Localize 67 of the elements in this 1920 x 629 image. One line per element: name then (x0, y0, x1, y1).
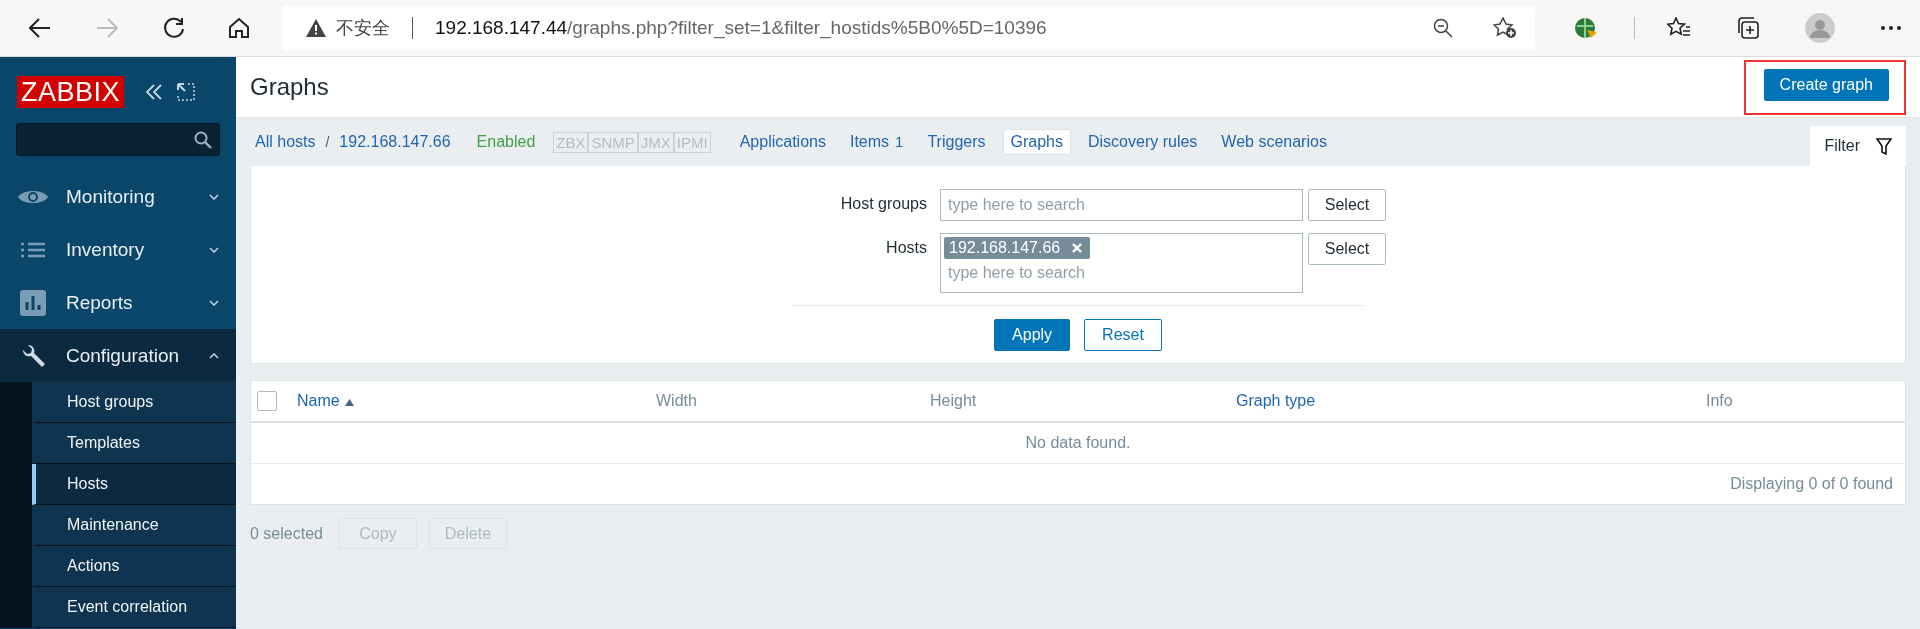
submenu-item[interactable]: Hosts (32, 464, 236, 505)
column-header: Info (1706, 392, 1734, 410)
menu-item[interactable]: Configuration (0, 329, 236, 382)
column-header: Width (656, 392, 698, 410)
table-footer: Displaying 0 of 0 found (1730, 475, 1893, 493)
reset-button[interactable]: Reset (1084, 319, 1162, 351)
host-tab[interactable]: Applications (732, 130, 833, 154)
selected-count: 0 selected (250, 524, 323, 543)
host-tab[interactable]: Discovery rules (1081, 130, 1205, 154)
chevron-down-icon (209, 299, 219, 306)
avatar-icon[interactable] (1805, 13, 1835, 43)
host-tab[interactable]: Triggers (920, 130, 993, 154)
field-label: Hosts (885, 238, 927, 257)
zoom-out-icon[interactable] (1433, 18, 1454, 38)
filter-icon (1876, 137, 1892, 155)
back-arrow-icon[interactable] (29, 18, 51, 38)
collapse-icon[interactable] (145, 83, 164, 100)
filter-tab[interactable]: Filter (1810, 126, 1906, 166)
host-status: Enabled (476, 133, 536, 151)
bar-chart-icon (17, 289, 49, 316)
hosts-field[interactable]: 192.168.147.66 type here to search (940, 233, 1303, 293)
submenu-item[interactable]: Maintenance (32, 505, 236, 546)
reload-icon[interactable] (163, 17, 185, 39)
address-bar[interactable]: 不安全 192.168.147.44/graphs.php?filter_set=1&filter_hostids%5B0%5D=10396 (282, 6, 1536, 50)
submenu-item[interactable]: Host groups (32, 382, 236, 423)
host-chip: 192.168.147.66 (944, 237, 1091, 259)
remove-icon[interactable] (1072, 243, 1083, 253)
submenu-item[interactable]: Templates (32, 423, 236, 464)
expand-icon[interactable] (177, 82, 196, 101)
search-icon (194, 130, 212, 149)
field-label: Host groups (839, 194, 927, 213)
breadcrumb-separator: / (325, 134, 330, 150)
collections-icon[interactable] (1736, 16, 1760, 40)
create-graph-button[interactable]: Create graph (1763, 68, 1889, 101)
favorites-icon[interactable] (1667, 17, 1691, 39)
select-all-checkbox[interactable] (257, 391, 277, 411)
sort-ascending-icon (344, 399, 354, 406)
breadcrumb-link[interactable]: All hosts (255, 133, 316, 151)
logo[interactable]: ZABBIX (17, 75, 125, 108)
apply-button[interactable]: Apply (994, 319, 1071, 351)
search-field[interactable] (16, 123, 220, 156)
more-icon[interactable] (1880, 25, 1902, 31)
url-text: 192.168.147.44/graphs.php?filter_set=1&filter_hostids%5B0%5D=10396 (435, 17, 1047, 39)
breadcrumb-link[interactable]: 192.168.147.66 (339, 133, 451, 151)
menu-item[interactable]: Inventory (0, 223, 236, 276)
submenu-item[interactable]: Actions (32, 546, 236, 587)
home-icon[interactable] (228, 17, 250, 39)
globe-extension-icon[interactable] (1573, 16, 1600, 40)
menu-item[interactable]: Reports (0, 276, 236, 329)
select-button[interactable]: Select (1308, 189, 1386, 221)
security-label: 不安全 (336, 17, 390, 40)
submenu-item[interactable]: Event correlation (32, 587, 236, 628)
chevron-up-icon (209, 352, 219, 359)
chevron-down-icon (209, 246, 219, 253)
empty-message: No data found. (251, 423, 1905, 464)
column-header[interactable]: Graph type (1236, 392, 1706, 410)
column-header[interactable]: Name (297, 392, 656, 410)
warning-icon (306, 19, 326, 37)
host-groups-field[interactable]: type here to search (940, 189, 1303, 221)
host-tab[interactable]: Web scenarios (1214, 130, 1334, 154)
page-title: Graphs (250, 73, 329, 101)
column-header: Height (930, 392, 978, 410)
star-add-icon[interactable] (1493, 17, 1518, 39)
menu-item[interactable]: Monitoring (0, 170, 236, 223)
host-tab[interactable]: Graphs (1002, 129, 1071, 155)
chevron-down-icon (209, 193, 219, 200)
select-button[interactable]: Select (1308, 233, 1386, 265)
